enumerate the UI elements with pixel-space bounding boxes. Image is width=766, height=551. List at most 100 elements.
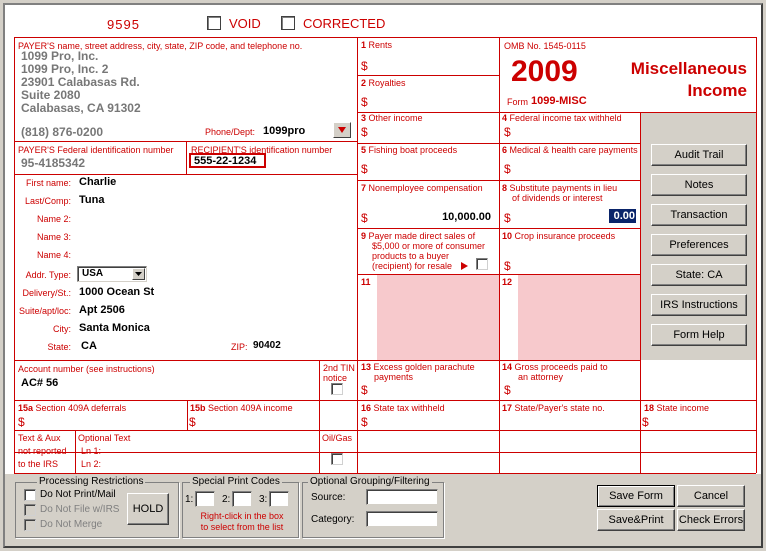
delivery-label: Delivery/St.:	[22, 288, 71, 298]
box15a-dollar: $	[18, 415, 25, 429]
save-print-button[interactable]: Save&Print	[597, 509, 675, 531]
transaction-button[interactable]: Transaction	[651, 204, 747, 226]
suite-label: Suite/apt/loc:	[18, 306, 71, 316]
box8-value[interactable]: 0.00	[609, 209, 636, 223]
dropdown-arrow-icon	[338, 127, 346, 133]
box9-label-1: Payer made direct sales of	[368, 231, 476, 241]
box13-label-2: payments	[374, 372, 414, 382]
divider	[186, 141, 187, 174]
box3-number: 3	[361, 113, 367, 123]
box18-label: State income	[656, 403, 710, 413]
box3-dollar: $	[361, 125, 368, 139]
code2-label: 2:	[222, 494, 231, 505]
box14-number: 14	[502, 362, 513, 372]
box9-label-3: products to a buyer	[372, 251, 450, 261]
special-print-hint-2: to select from the list	[200, 522, 284, 532]
check-errors-button[interactable]: Check Errors	[677, 509, 745, 531]
irs-instructions-button[interactable]: IRS Instructions	[651, 294, 747, 316]
account-value[interactable]: AC# 56	[21, 377, 58, 389]
phone-dept-label: Phone/Dept:	[205, 127, 256, 137]
box13-number: 13	[361, 362, 372, 372]
divider	[357, 180, 640, 181]
account-label: Account number (see instructions)	[18, 364, 155, 374]
payer-fed-id[interactable]: 95-4185342	[21, 157, 85, 170]
suite[interactable]: Apt 2506	[79, 304, 125, 316]
corrected-checkbox[interactable]	[281, 16, 295, 30]
notes-button[interactable]: Notes	[651, 174, 747, 196]
second-tin-notice-label: notice	[323, 373, 348, 383]
payer-phone[interactable]: (818) 876-0200	[21, 126, 103, 139]
text-aux-label-3: to the IRS	[18, 459, 59, 469]
box10-dollar: $	[504, 259, 511, 273]
box7-dollar: $	[361, 211, 368, 225]
zip[interactable]: 90402	[253, 340, 281, 351]
divider	[499, 37, 500, 473]
box14-dollar: $	[504, 383, 511, 397]
addr-type-dropdown-button[interactable]	[132, 268, 145, 280]
oil-gas-checkbox[interactable]	[331, 453, 343, 465]
box7-number: 7	[361, 183, 367, 193]
preferences-button[interactable]: Preferences	[651, 234, 747, 256]
do-not-merge-checkbox[interactable]	[24, 519, 36, 531]
box15a-label: Section 409A deferrals	[35, 403, 127, 413]
source-label: Source:	[311, 492, 346, 503]
void-checkbox[interactable]	[207, 16, 221, 30]
state[interactable]: CA	[81, 340, 97, 352]
box4-dollar: $	[504, 125, 511, 139]
optional-ln1-label: Ln 1:	[81, 446, 102, 456]
divider	[14, 452, 756, 453]
box9-checkbox[interactable]	[476, 258, 488, 270]
first-name[interactable]: Charlie	[79, 176, 116, 188]
second-tin-checkbox[interactable]	[331, 383, 343, 395]
form-title-1: Miscellaneous	[630, 59, 747, 78]
box7-value[interactable]: 10,000.00	[425, 211, 491, 223]
do-not-file-checkbox[interactable]	[24, 504, 36, 516]
divider	[14, 360, 640, 361]
oil-gas-label: Oil/Gas	[322, 433, 353, 443]
audit-trail-button[interactable]: Audit Trail	[651, 144, 747, 166]
code3-input[interactable]	[269, 491, 289, 507]
box8-number: 8	[502, 183, 508, 193]
box16-dollar: $	[361, 415, 368, 429]
category-label: Category:	[311, 514, 355, 525]
source-input[interactable]	[366, 489, 438, 505]
state-button[interactable]: State: CA	[651, 264, 747, 286]
box5-label: Fishing boat proceeds	[368, 145, 458, 155]
box6-dollar: $	[504, 162, 511, 176]
code1-input[interactable]	[195, 491, 215, 507]
box3-label: Other income	[368, 113, 423, 123]
divider	[319, 360, 320, 473]
special-print-hint-1: Right-click in the box	[200, 511, 284, 521]
recipient-id-box[interactable]: 555-22-1234	[189, 153, 266, 168]
city-label: City:	[53, 324, 71, 334]
addr-type-select[interactable]: USA	[77, 266, 147, 282]
box11-shaded	[377, 275, 499, 360]
text-aux-label-2: not reported	[18, 446, 67, 456]
box18-number: 18	[644, 403, 655, 413]
box14-label-2: an attorney	[518, 372, 564, 382]
city[interactable]: Santa Monica	[79, 322, 150, 334]
text-aux-label-1: Text & Aux	[18, 433, 61, 443]
form-help-button[interactable]: Form Help	[651, 324, 747, 346]
divider	[357, 75, 499, 76]
category-input[interactable]	[366, 511, 438, 527]
last-name[interactable]: Tuna	[79, 194, 104, 206]
payer-line-5[interactable]: Calabasas, CA 91302	[21, 102, 141, 115]
cancel-button[interactable]: Cancel	[677, 485, 745, 507]
code2-input[interactable]	[232, 491, 252, 507]
box15b-number: 15b	[190, 403, 206, 413]
optional-ln2-label: Ln 2:	[81, 459, 102, 469]
phone-dept-value[interactable]: 1099pro	[263, 125, 305, 137]
hold-button[interactable]: HOLD	[127, 493, 169, 525]
divider	[14, 37, 756, 38]
save-form-button[interactable]: Save Form	[597, 485, 675, 507]
control-number: 9595	[107, 17, 140, 32]
phone-dept-dropdown[interactable]	[333, 122, 351, 138]
box10-label: Crop insurance proceeds	[514, 231, 616, 241]
processing-restrictions-title: Processing Restrictions	[37, 476, 146, 487]
do-not-print-checkbox[interactable]	[24, 489, 36, 501]
divider	[357, 228, 640, 229]
divider	[14, 430, 756, 431]
box5-number: 5	[361, 145, 367, 155]
delivery[interactable]: 1000 Ocean St	[79, 286, 154, 298]
